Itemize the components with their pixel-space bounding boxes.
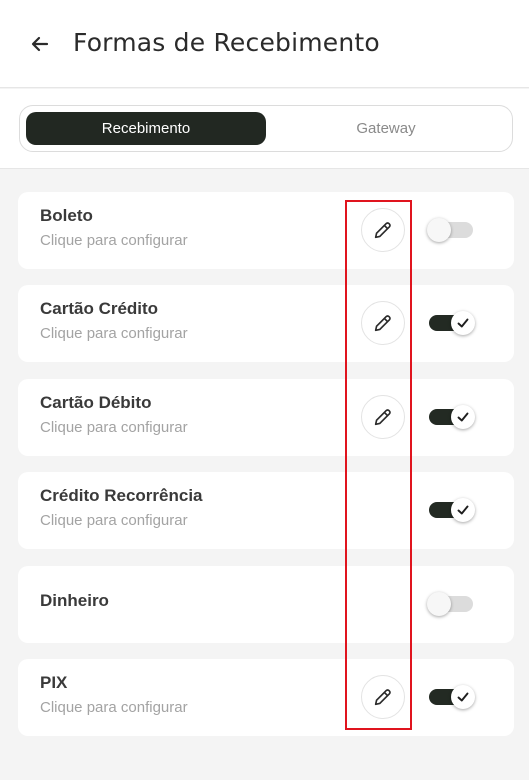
arrow-left-icon [31,36,49,52]
payment-method-card-pix[interactable]: PIX Clique para configurar [18,659,514,736]
toggle-knob [451,498,475,522]
toggle-knob [451,405,475,429]
annotation-highlight-box [345,200,412,730]
toggle-switch[interactable] [427,592,475,616]
edit-button[interactable] [361,301,405,345]
pencil-icon [374,315,391,332]
check-icon [457,412,469,422]
edit-button[interactable] [361,675,405,719]
segmented-control: Recebimento Gateway [19,105,513,152]
payment-method-subtitle: Clique para configurar [40,512,188,529]
payment-method-card-boleto[interactable]: Boleto Clique para configurar [18,192,514,269]
pencil-icon [374,689,391,706]
tab-recebimento[interactable]: Recebimento [26,112,266,145]
page-title: Formas de Recebimento [73,28,380,57]
payment-method-title: Cartão Crédito [40,299,159,318]
toggle-knob [427,218,451,242]
payment-method-subtitle: Clique para configurar [40,419,188,436]
toggle-knob [427,592,451,616]
toggle-switch[interactable] [427,498,475,522]
payment-method-title: PIX [40,673,68,692]
payment-method-card-dinheiro[interactable]: Dinheiro [18,566,514,643]
payment-method-subtitle: Clique para configurar [40,325,188,342]
toggle-knob [451,685,475,709]
payment-method-card-cartao-debito[interactable]: Cartão Débito Clique para configurar [18,379,514,456]
pencil-icon [374,409,391,426]
edit-button[interactable] [361,395,405,439]
toggle-switch[interactable] [427,685,475,709]
edit-button[interactable] [361,208,405,252]
pencil-icon [374,222,391,239]
check-icon [457,318,469,328]
toggle-switch[interactable] [427,218,475,242]
payment-method-subtitle: Clique para configurar [40,232,188,249]
payment-method-title: Dinheiro [40,591,109,610]
toggle-switch[interactable] [427,311,475,335]
payment-method-title: Crédito Recorrência [40,486,203,505]
check-icon [457,505,469,515]
tab-gateway[interactable]: Gateway [266,112,506,145]
payment-method-subtitle: Clique para configurar [40,699,188,716]
app-header: Formas de Recebimento [0,0,529,88]
check-icon [457,692,469,702]
tabbar-section: Recebimento Gateway [0,89,529,169]
payment-method-title: Cartão Débito [40,393,152,412]
toggle-knob [451,311,475,335]
back-button[interactable] [26,30,54,58]
payment-method-card-cartao-credito[interactable]: Cartão Crédito Clique para configurar [18,285,514,362]
payment-method-card-credito-recorrencia[interactable]: Crédito Recorrência Clique para configur… [18,472,514,549]
payment-method-title: Boleto [40,206,93,225]
toggle-switch[interactable] [427,405,475,429]
